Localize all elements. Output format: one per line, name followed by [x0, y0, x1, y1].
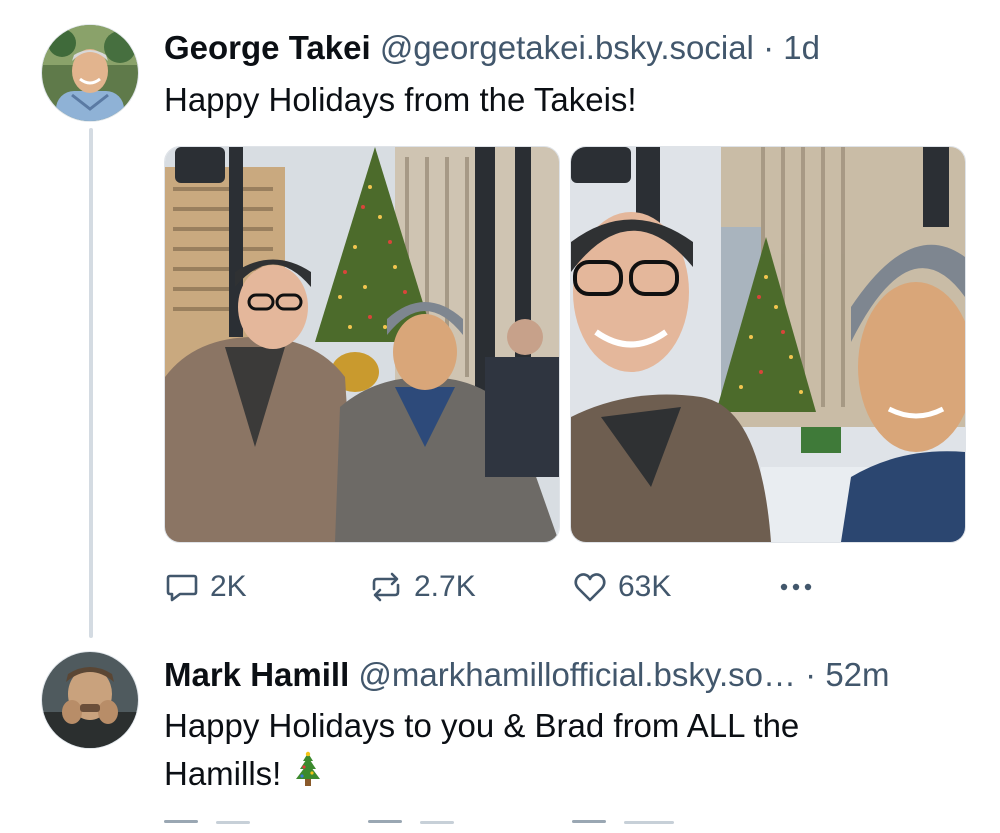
post-text: Happy Holidays to you & Brad from ALL th… [164, 702, 799, 804]
post-image[interactable] [164, 146, 560, 543]
author-handle[interactable]: @markhamillofficial.bsky.so… [358, 656, 796, 693]
like-count: 63K [618, 570, 672, 603]
post-text-line: Happy Holidays to you & Brad from ALL th… [164, 707, 800, 744]
post-actions: 2K 2.7K 63K [164, 565, 824, 609]
more-icon [776, 569, 816, 605]
reply-count: 2K [210, 570, 247, 603]
author-handle[interactable]: @georgetakei.bsky.social [380, 29, 754, 66]
post-text-line: Hamills! [164, 750, 799, 804]
post-text: Happy Holidays from the Takeis! [164, 81, 637, 118]
reply-icon [164, 569, 200, 605]
post-image[interactable] [570, 146, 966, 543]
heart-icon [572, 569, 608, 605]
author-avatar[interactable] [42, 25, 138, 121]
post-actions [164, 813, 824, 833]
photo-selfie-rockefeller-tree-icon [165, 147, 559, 542]
post-header: George Takei @georgetakei.bsky.social · … [164, 28, 820, 68]
reply-button[interactable]: 2K [164, 565, 247, 609]
author-display-name[interactable]: George Takei [164, 29, 371, 66]
more-options-button[interactable] [776, 565, 816, 609]
photo-closeup-selfie-tree-icon [571, 147, 965, 542]
header-separator: · [805, 656, 817, 693]
repost-count: 2.7K [414, 570, 476, 603]
author-avatar[interactable] [42, 652, 138, 748]
post-header: Mark Hamill @markhamillofficial.bsky.so…… [164, 655, 890, 695]
post-timestamp[interactable]: 1d [783, 29, 820, 66]
author-display-name[interactable]: Mark Hamill [164, 656, 349, 693]
header-separator: · [763, 29, 775, 66]
cropped-actions-icon [164, 820, 674, 824]
thread-line [89, 128, 93, 638]
post-timestamp[interactable]: 52m [825, 656, 889, 693]
like-button[interactable]: 63K [572, 565, 671, 609]
repost-button[interactable]: 2.7K [368, 565, 476, 609]
repost-icon [368, 569, 404, 605]
christmas-tree-icon [291, 751, 325, 804]
post-text-fragment: Hamills! [164, 755, 282, 792]
